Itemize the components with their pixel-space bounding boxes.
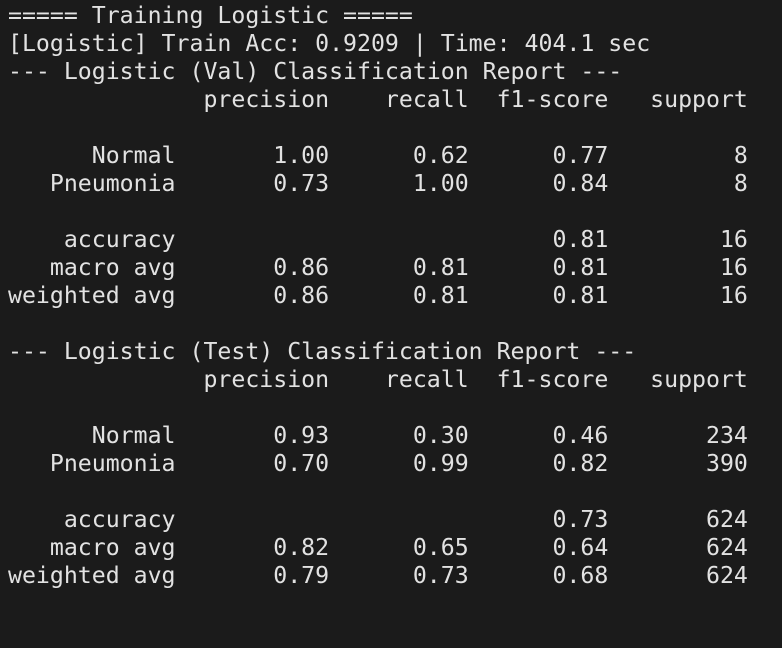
test-report-title: --- Logistic (Test) Classification Repor… bbox=[8, 338, 637, 365]
test-row-normal: Normal 0.93 0.30 0.46 234 bbox=[8, 422, 748, 449]
val-row-macro-avg: macro avg 0.86 0.81 0.81 16 bbox=[8, 254, 748, 281]
val-row-pneumonia: Pneumonia 0.73 1.00 0.84 8 bbox=[8, 170, 748, 197]
test-report-header: precision recall f1-score support bbox=[8, 366, 748, 393]
val-row-normal: Normal 1.00 0.62 0.77 8 bbox=[8, 142, 748, 169]
val-row-accuracy: accuracy 0.81 16 bbox=[8, 226, 748, 253]
test-row-weighted-avg: weighted avg 0.79 0.73 0.68 624 bbox=[8, 562, 748, 589]
train-accuracy-line: [Logistic] Train Acc: 0.9209 | Time: 404… bbox=[8, 30, 651, 57]
val-row-weighted-avg: weighted avg 0.86 0.81 0.81 16 bbox=[8, 282, 748, 309]
val-report-title: --- Logistic (Val) Classification Report… bbox=[8, 58, 623, 85]
val-report-header: precision recall f1-score support bbox=[8, 86, 748, 113]
test-row-macro-avg: macro avg 0.82 0.65 0.64 624 bbox=[8, 534, 748, 561]
test-row-accuracy: accuracy 0.73 624 bbox=[8, 506, 748, 533]
test-row-pneumonia: Pneumonia 0.70 0.99 0.82 390 bbox=[8, 450, 748, 477]
terminal-output: ===== Training Logistic ===== [Logistic]… bbox=[0, 0, 782, 648]
training-header-line: ===== Training Logistic ===== bbox=[8, 2, 413, 29]
